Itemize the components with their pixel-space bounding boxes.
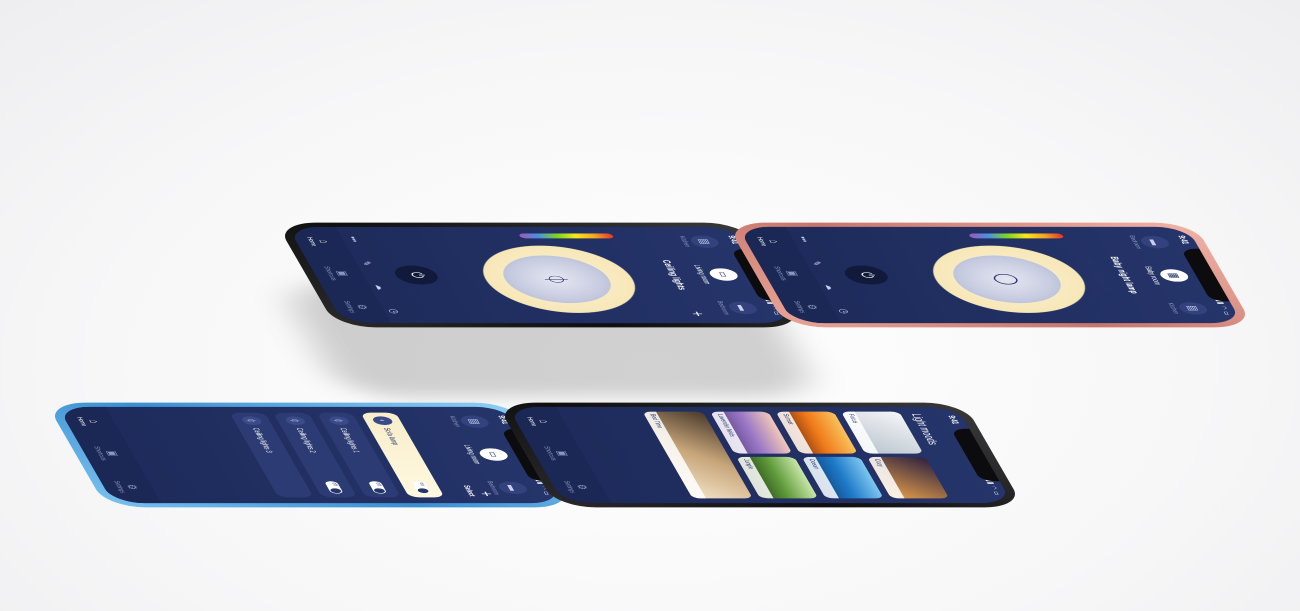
- home-icon: ⌂: [316, 239, 334, 244]
- tab-settings[interactable]: ⚙ Settings: [112, 481, 143, 493]
- bedroom-icon: ▬: [495, 481, 531, 495]
- tab-shortcuts[interactable]: ▣ Shortcuts: [543, 446, 575, 460]
- bedroom-icon: ▬: [725, 301, 761, 315]
- tab-settings[interactable]: ⚙ Settings: [562, 481, 593, 493]
- tab-label: Home: [305, 237, 319, 246]
- room-baby-room[interactable]: ▦ Baby room: [1143, 266, 1193, 285]
- tab-label: Home: [525, 417, 539, 426]
- room-label: Bedroom: [715, 301, 731, 315]
- tab-settings[interactable]: ⚙ Settings: [342, 301, 373, 313]
- phone-light-moods: 9:41 ▮▮ ◠ ▭ Light moods Focus Cozy Sunse…: [495, 402, 1025, 508]
- home-icon: ⌂: [86, 419, 104, 424]
- brush-icon[interactable]: ✎: [358, 261, 374, 265]
- device-list: ◐ Sofa lamp on ⏀ Ceiling lights 1 off ⏀ …: [229, 412, 445, 498]
- toggle-knob: [416, 488, 430, 494]
- phone-ceiling-lights: 9:41 ▮▮ ◠ ▭ ▤ Kitchen ▭ Living room ▬ Bedro…: [275, 222, 805, 328]
- toggle-label: off: [373, 482, 382, 486]
- cloud-icon[interactable]: ☁: [822, 285, 839, 290]
- more-icon[interactable]: •••: [344, 236, 361, 242]
- cloud-icon[interactable]: ☁: [372, 285, 389, 290]
- tab-home[interactable]: ⌂ Home: [306, 237, 335, 246]
- timer-dial[interactable]: 00:14:59 s ◯ ⏻ ••• ✎ ☁ ◷: [795, 227, 1139, 323]
- gear-icon: ⚙: [573, 484, 592, 490]
- power-button[interactable]: ⏻: [390, 265, 443, 285]
- tab-label: Home: [75, 417, 89, 426]
- toggle-label: on: [417, 482, 426, 486]
- tab-shortcuts[interactable]: ▣ Shortcuts: [323, 266, 355, 280]
- toggle-label: off: [330, 482, 339, 486]
- room-label: Bedroom: [1127, 235, 1143, 250]
- toggle-knob: [372, 488, 387, 494]
- shortcuts-icon: ▣: [554, 450, 573, 457]
- room-kitchen[interactable]: ▤ Kitchen: [447, 415, 492, 428]
- room-label: Kitchen: [677, 235, 692, 248]
- tab-settings[interactable]: ⚙ Settings: [792, 301, 823, 313]
- room-living-room[interactable]: ▭ Living room: [462, 445, 513, 464]
- status-time: 9:41: [946, 415, 962, 425]
- tab-label: Home: [755, 237, 769, 246]
- device-name: Sofa lamp: [382, 427, 402, 446]
- gear-icon: ⚙: [123, 484, 142, 490]
- brush-icon[interactable]: ✎: [808, 261, 824, 265]
- living-room-icon: ▭: [706, 268, 741, 281]
- tab-shortcuts[interactable]: ▣ Shortcuts: [773, 266, 805, 280]
- phone-baby-night-lamp: 9:41 ▮▮ ◠ ▭ ▬ Bedroom ▦ Baby room ▤ Kitchen…: [725, 222, 1255, 328]
- room-living-room[interactable]: ▭ Living room: [692, 265, 743, 284]
- screen: 9:41 ▮▮ ◠ ▭ ▬ Bedroom ▦ Baby room ▤ Kitchen…: [737, 226, 1243, 324]
- room-bedroom[interactable]: ▬ Bedroom: [715, 301, 761, 315]
- room-kitchen[interactable]: ▤ Kitchen: [1166, 302, 1211, 315]
- kitchen-icon: ▤: [687, 235, 722, 248]
- tab-bar: ⌂ Home ▣ Shortcuts ⚙ Settings: [57, 406, 162, 504]
- device-name: Ceiling lights 1: [338, 427, 363, 453]
- gear-icon: ⚙: [803, 304, 822, 310]
- living-room-icon: ▭: [476, 448, 511, 461]
- kitchen-icon: ▤: [1176, 302, 1211, 315]
- shortcuts-icon: ▣: [784, 270, 803, 277]
- ceiling-lamp-icon: ⏀: [239, 416, 264, 425]
- baby-room-icon: ▦: [1157, 269, 1192, 282]
- notch: [950, 428, 1000, 482]
- timer-icon[interactable]: ◷: [836, 309, 852, 314]
- shortcuts-icon: ▣: [104, 450, 123, 457]
- ceiling-lamp-icon: ⏀: [327, 416, 351, 425]
- tab-home[interactable]: ⌂ Home: [526, 417, 555, 426]
- device-name: Ceiling lights 2: [294, 427, 319, 453]
- screen: 9:41 ▮▮ ◠ ▭ ▤ Kitchen ▭ Living room ▬ Bedro…: [57, 406, 563, 504]
- color-slider[interactable]: [968, 233, 1065, 239]
- brightness-dial[interactable]: ⏀ ⏻ ••• ✎ ☁ ◷: [345, 227, 689, 323]
- phone-device-list: 9:41 ▮▮ ◠ ▭ ▤ Kitchen ▭ Living room ▬ Bedro…: [45, 402, 575, 508]
- tab-home[interactable]: ⌂ Home: [756, 237, 785, 246]
- screen: 9:41 ▮▮ ◠ ▭ ▤ Kitchen ▭ Living room ▬ Bedro…: [287, 226, 793, 324]
- timer-icon[interactable]: ◷: [386, 309, 402, 314]
- room-label: Kitchen: [1166, 302, 1180, 314]
- device-toggle[interactable]: on: [411, 481, 432, 494]
- gear-icon: ⚙: [353, 304, 372, 310]
- device-toggle[interactable]: off: [367, 481, 388, 494]
- room-bedroom[interactable]: ▬ Bedroom: [1127, 235, 1173, 250]
- signal-wifi-battery-icon: ▮▮ ◠ ▭: [984, 479, 1003, 496]
- room-kitchen[interactable]: ▤ Kitchen: [677, 235, 722, 248]
- shortcuts-icon: ▣: [334, 270, 353, 277]
- home-icon: ⌂: [536, 419, 554, 424]
- ceiling-lamp-icon: ⏀: [283, 416, 308, 425]
- bedroom-icon: ▬: [1137, 236, 1173, 249]
- power-button[interactable]: ⏻: [840, 265, 893, 285]
- status-time: 9:41: [1176, 235, 1192, 245]
- kitchen-icon: ▤: [457, 415, 492, 428]
- color-slider[interactable]: [518, 233, 615, 239]
- screen: 9:41 ▮▮ ◠ ▭ Light moods Focus Cozy Sunse…: [507, 406, 1013, 504]
- signal-wifi-battery-icon: ▮▮ ◠ ▭: [1214, 299, 1233, 316]
- toggle-knob: [329, 488, 343, 494]
- tab-shortcuts[interactable]: ▣ Shortcuts: [93, 446, 125, 460]
- mood-label: Bed Time: [642, 411, 707, 499]
- sofa-lamp-icon: ◐: [370, 416, 395, 425]
- tab-home[interactable]: ⌂ Home: [76, 417, 105, 426]
- mood-grid: Focus Cozy Sunset Ocean Lavender fields …: [642, 411, 950, 499]
- more-icon[interactable]: •••: [794, 236, 811, 242]
- device-toggle[interactable]: off: [324, 481, 344, 494]
- home-icon: ⌂: [766, 239, 784, 244]
- room-label: Kitchen: [447, 415, 462, 428]
